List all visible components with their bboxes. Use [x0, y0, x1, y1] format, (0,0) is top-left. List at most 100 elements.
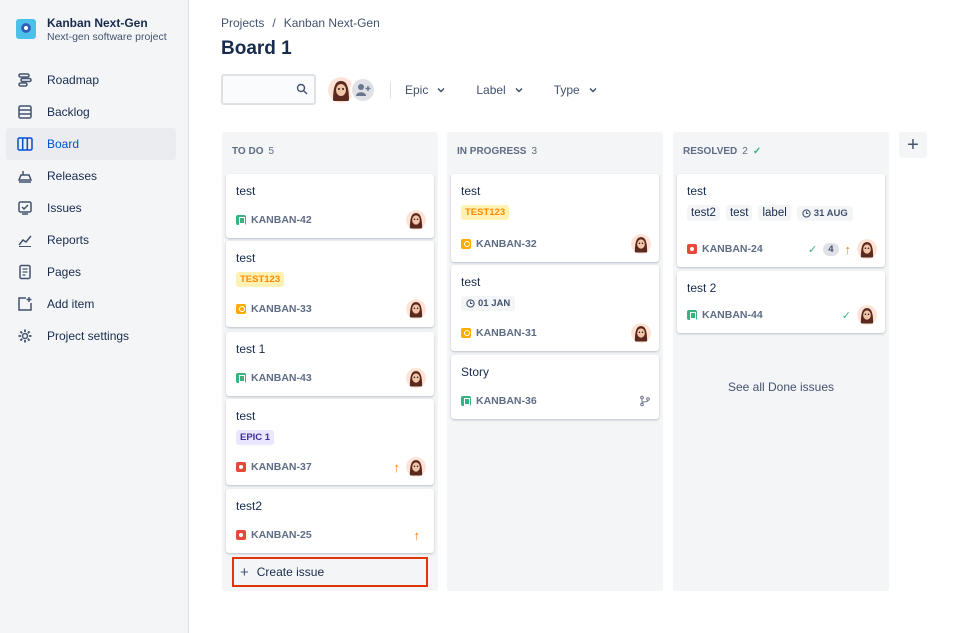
breadcrumb: Projects / Kanban Next-Gen: [221, 16, 380, 30]
done-check-icon: ✓: [841, 309, 851, 322]
issues-icon: [17, 200, 33, 216]
add-column-button[interactable]: +: [899, 132, 927, 158]
sidebar-item-reports[interactable]: Reports: [6, 224, 176, 256]
assignee-avatar[interactable]: [857, 239, 877, 259]
assignee-avatar[interactable]: [406, 368, 426, 388]
sidebar-item-label: Releases: [47, 169, 98, 183]
sidebar-item-pages[interactable]: Pages: [6, 256, 176, 288]
issue-card[interactable]: test2 KANBAN-25 ↑: [226, 489, 434, 553]
label-lozenge: TEST123: [461, 205, 510, 220]
assignee-avatar[interactable]: [631, 234, 651, 254]
column-header: RESOLVED 2 ✓: [683, 146, 762, 157]
see-all-done-link[interactable]: See all Done issues: [673, 380, 889, 394]
assignee-avatar[interactable]: [631, 323, 651, 343]
sidebar-item-label: Board: [47, 137, 80, 151]
due-date-lozenge: 01 JAN: [461, 296, 516, 311]
issue-card[interactable]: test 2 KANBAN-44 ✓: [677, 271, 885, 333]
toolbar-divider: [390, 81, 391, 98]
plus-icon: +: [907, 133, 919, 156]
label-filter[interactable]: Label: [476, 83, 523, 97]
story-icon: [236, 373, 246, 383]
project-type: Next-gen software project: [47, 31, 167, 43]
sidebar-item-backlog[interactable]: Backlog: [6, 96, 176, 128]
issue-key: KANBAN-42: [251, 214, 312, 226]
sidebar-item-label: Roadmap: [47, 73, 100, 87]
issue-key: KANBAN-32: [476, 238, 537, 250]
column-in-progress: IN PROGRESS 3 test TEST123 KANBAN-32 test…: [447, 132, 663, 591]
issue-card[interactable]: test EPIC 1 KANBAN-37 ↑: [226, 399, 434, 485]
sidebar-item-label: Pages: [47, 265, 82, 279]
type-filter[interactable]: Type: [554, 83, 598, 97]
issue-key: KANBAN-24: [702, 243, 763, 255]
done-check-icon: ✓: [807, 243, 818, 256]
issue-card[interactable]: test TEST123 KANBAN-32: [451, 174, 659, 262]
bug-icon: [236, 462, 246, 472]
task-icon: [236, 304, 246, 314]
column-resolved: RESOLVED 2 ✓ test test2 test label 31 AUG …: [673, 132, 889, 591]
subtask-count-badge: 4: [823, 242, 839, 256]
priority-high-icon: ↑: [844, 241, 852, 257]
backlog-icon: [17, 104, 33, 120]
issue-label: label: [758, 205, 791, 221]
issue-card[interactable]: test test2 test label 31 AUG KANBAN-24 ✓…: [677, 174, 885, 267]
issue-card[interactable]: test TEST123 KANBAN-33: [226, 241, 434, 327]
sidebar-item-label: Add item: [47, 297, 95, 311]
chevron-down-icon: [437, 87, 445, 93]
search-input[interactable]: [221, 74, 316, 105]
branch-icon: [640, 395, 650, 407]
releases-icon: [17, 168, 33, 184]
story-icon: [461, 396, 471, 406]
issue-card[interactable]: test 1 KANBAN-43: [226, 332, 434, 396]
clock-icon: [466, 299, 475, 308]
issue-key: KANBAN-44: [702, 309, 763, 321]
column-todo: TO DO 5 test KANBAN-42 test TEST123 KANBA…: [222, 132, 438, 591]
sidebar-item-issues[interactable]: Issues: [6, 192, 176, 224]
issue-key: KANBAN-36: [476, 395, 537, 407]
column-header: TO DO 5: [232, 146, 275, 157]
project-name: Kanban Next-Gen: [47, 16, 148, 30]
story-icon: [236, 215, 246, 225]
assignee-avatar[interactable]: [406, 210, 426, 230]
issue-card[interactable]: Story KANBAN-36: [451, 355, 659, 419]
issue-card[interactable]: test KANBAN-42: [226, 174, 434, 238]
sidebar-item-releases[interactable]: Releases: [6, 160, 176, 192]
sidebar-item-add-item[interactable]: Add item: [6, 288, 176, 320]
board-icon: [17, 136, 33, 152]
page-title: Board 1: [221, 38, 292, 59]
epic-filter[interactable]: Epic: [405, 83, 446, 97]
chevron-down-icon: [589, 87, 597, 93]
project-header[interactable]: Kanban Next-Gen Next-gen software projec…: [16, 16, 167, 44]
pages-icon: [17, 264, 33, 280]
assignee-avatar[interactable]: [406, 299, 426, 319]
assignee-avatar[interactable]: [857, 305, 877, 325]
create-issue-button[interactable]: + Create issue: [232, 557, 428, 587]
reports-icon: [17, 232, 33, 248]
issue-key: KANBAN-25: [251, 529, 312, 541]
issue-card[interactable]: test 01 JAN KANBAN-31: [451, 265, 659, 351]
bug-icon: [687, 244, 697, 254]
sidebar-item-label: Backlog: [47, 105, 90, 119]
breadcrumb-project[interactable]: Kanban Next-Gen: [284, 16, 380, 30]
plus-icon: +: [240, 563, 249, 581]
search-icon: [296, 83, 308, 95]
board-toolbar: Epic Label Type: [221, 74, 628, 105]
column-header: IN PROGRESS 3: [457, 146, 538, 157]
sidebar-item-roadmap[interactable]: Roadmap: [6, 64, 176, 96]
issue-label: test2: [687, 205, 720, 221]
priority-high-icon: ↑: [393, 459, 401, 475]
issue-key: KANBAN-43: [251, 372, 312, 384]
sidebar: Kanban Next-Gen Next-gen software projec…: [0, 0, 189, 633]
sidebar-item-project-settings[interactable]: Project settings: [6, 320, 176, 352]
chevron-down-icon: [515, 87, 523, 93]
issue-key: KANBAN-33: [251, 303, 312, 315]
issue-key: KANBAN-31: [476, 327, 537, 339]
sidebar-item-label: Issues: [47, 201, 82, 215]
add-people-button[interactable]: [350, 76, 376, 103]
assignee-avatar[interactable]: [406, 457, 426, 477]
task-icon: [461, 328, 471, 338]
project-avatar-icon: [16, 19, 36, 39]
sidebar-item-board[interactable]: Board: [6, 128, 176, 160]
bug-icon: [236, 530, 246, 540]
priority-high-icon: ↑: [413, 527, 421, 543]
breadcrumb-projects[interactable]: Projects: [221, 16, 264, 30]
